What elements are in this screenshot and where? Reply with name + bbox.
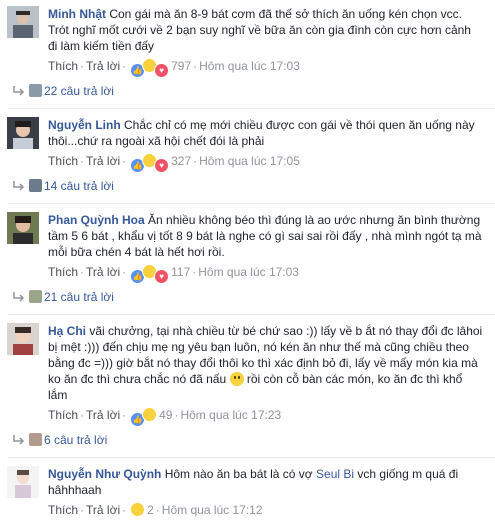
view-replies[interactable]: 22 câu trả lời — [0, 80, 495, 102]
reply-button[interactable]: Trả lời — [86, 59, 120, 73]
comment: Nguyễn Linh Chắc chỉ có mẹ mới chiều đượ… — [0, 109, 495, 175]
reaction-count[interactable]: 2 — [147, 503, 154, 517]
replies-count[interactable]: 6 câu trả lời — [44, 433, 107, 447]
replies-count[interactable]: 22 câu trả lời — [44, 84, 114, 98]
like-button[interactable]: Thích — [48, 408, 78, 422]
reply-avatar — [29, 84, 42, 97]
haha-reaction-icon — [142, 407, 158, 422]
like-button[interactable]: Thích — [48, 154, 78, 168]
reply-avatar — [29, 433, 42, 446]
comment-text: Hôm nào ăn ba bát là có vợ — [164, 467, 313, 481]
comment-author[interactable]: Hạ Chi — [48, 324, 86, 338]
comment-timestamp[interactable]: Hôm qua lúc 17:23 — [180, 408, 281, 422]
comment-author[interactable]: Phan Quỳnh Hoa — [48, 213, 145, 227]
comment-author[interactable]: Minh Nhật — [48, 7, 106, 21]
avatar[interactable] — [7, 117, 39, 149]
comment-actions: Thích · Trả lời · 👍 49 · Hôm qua lúc 17:23 — [48, 407, 487, 427]
reaction-icons[interactable]: 👍 ♥ — [130, 153, 170, 173]
comment-actions: Thích · Trả lời · 👍 ♥ 117 · Hôm qua lúc 17:03 — [48, 264, 487, 284]
reply-button[interactable]: Trả lời — [86, 154, 120, 168]
comment-body: Phan Quỳnh Hoa Ăn nhiều không béo thì đú… — [48, 212, 487, 260]
comment: Minh Nhật Con gái mà ăn 8-9 bát cơm đã t… — [0, 0, 495, 80]
comment-body: Nguyễn Linh Chắc chỉ có mẹ mới chiều đượ… — [48, 117, 487, 149]
like-button[interactable]: Thích — [48, 503, 78, 517]
reaction-count[interactable]: 117 — [171, 265, 190, 279]
reply-avatar — [29, 179, 42, 192]
reply-arrow-icon — [13, 292, 25, 302]
like-button[interactable]: Thích — [48, 59, 78, 73]
comment-actions: Thích · Trả lời · 👍 ♥ 797 · Hôm qua lúc 17:03 — [48, 58, 487, 78]
reaction-count[interactable]: 49 — [159, 408, 172, 422]
comment-actions: Thích · Trả lời · 👍 ♥ 327 · Hôm qua lúc 17:05 — [48, 153, 487, 173]
view-replies[interactable]: 21 câu trả lời — [0, 286, 495, 308]
comment-timestamp[interactable]: Hôm qua lúc 17:12 — [162, 503, 263, 517]
comment-timestamp[interactable]: Hôm qua lúc 17:03 — [198, 265, 299, 279]
reaction-icons[interactable]: 👍 — [130, 407, 158, 427]
reaction-icons[interactable]: 👍 ♥ — [130, 264, 170, 284]
comment-body: Minh Nhật Con gái mà ăn 8-9 bát cơm đã t… — [48, 6, 487, 54]
reply-button[interactable]: Trả lời — [86, 408, 120, 422]
reply-button[interactable]: Trả lời — [86, 503, 120, 517]
like-button[interactable]: Thích — [48, 265, 78, 279]
comment-text: Con gái mà ăn 8-9 bát cơm đã thế sở thíc… — [48, 7, 471, 53]
avatar[interactable] — [7, 466, 39, 498]
comment-author[interactable]: Nguyễn Như Quỳnh — [48, 467, 161, 481]
reaction-icons[interactable] — [130, 502, 146, 517]
grinning-face-icon — [229, 372, 244, 386]
reply-arrow-icon — [13, 435, 25, 445]
reaction-count[interactable]: 327 — [171, 154, 191, 168]
reply-button[interactable]: Trả lời — [86, 265, 120, 279]
replies-count[interactable]: 21 câu trả lời — [44, 290, 114, 304]
comment-timestamp[interactable]: Hôm qua lúc 17:05 — [199, 154, 300, 168]
avatar[interactable] — [7, 212, 39, 244]
haha-reaction-icon — [130, 502, 146, 517]
comment: Phan Quỳnh Hoa Ăn nhiều không béo thì đú… — [0, 204, 495, 286]
reply-arrow-icon — [13, 86, 25, 96]
mention-link[interactable]: Seul Bi — [316, 467, 354, 481]
comment: Nguyễn Như Quỳnh Hôm nào ăn ba bát là có… — [0, 458, 495, 518]
comment-author[interactable]: Nguyễn Linh — [48, 118, 121, 132]
view-replies[interactable]: 14 câu trả lời — [0, 175, 495, 197]
avatar[interactable] — [7, 323, 39, 355]
reply-arrow-icon — [13, 181, 25, 191]
replies-count[interactable]: 14 câu trả lời — [44, 179, 114, 193]
reaction-count[interactable]: 797 — [171, 59, 191, 73]
comment: Hạ Chi vãi chưởng, tại nhà chiều từ bé c… — [0, 315, 495, 429]
comment-body: Hạ Chi vãi chưởng, tại nhà chiều từ bé c… — [48, 323, 487, 403]
comment-actions: Thích · Trả lời · 2 · Hôm qua lúc 17:12 — [48, 502, 263, 517]
view-replies[interactable]: 6 câu trả lời — [0, 429, 495, 451]
comment-timestamp[interactable]: Hôm qua lúc 17:03 — [199, 59, 300, 73]
reaction-icons[interactable]: 👍 ♥ — [130, 58, 170, 78]
avatar[interactable] — [7, 6, 39, 38]
comment-body: Nguyễn Như Quỳnh Hôm nào ăn ba bát là có… — [48, 466, 487, 498]
comment-thread: Minh Nhật Con gái mà ăn 8-9 bát cơm đã t… — [0, 0, 495, 518]
reply-avatar — [29, 290, 42, 303]
